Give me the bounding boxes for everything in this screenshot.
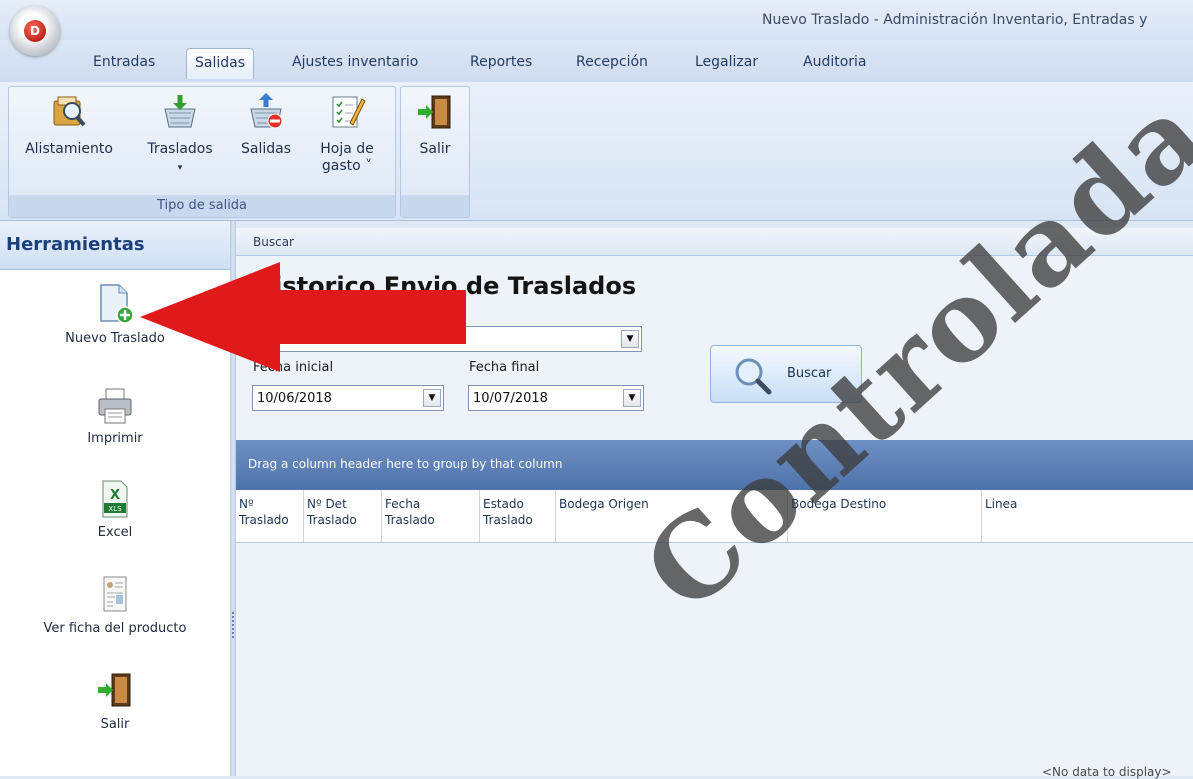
tab-salidas[interactable]: Salidas [186, 48, 255, 79]
ribbon-group-salir: Salir [400, 86, 470, 218]
fecha-inicial-value: 10/06/2018 [257, 391, 332, 406]
tab-auditoria[interactable]: Auditoria [803, 54, 867, 70]
salidas-label: Salidas [240, 141, 291, 157]
ribbon-tab-bar: Entradas Salidas Ajustes inventario Repo… [0, 40, 1193, 82]
column-header-estado-traslado[interactable]: Estado Traslado [480, 490, 556, 542]
title-bar: Nuevo Traslado - Administración Inventar… [0, 0, 1193, 40]
column-header-n-traslado[interactable]: Nº Traslado [236, 490, 304, 542]
application-menu-button[interactable]: D [10, 6, 60, 56]
chevron-down-icon[interactable]: ▼ [423, 389, 441, 407]
window-title: Nuevo Traslado - Administración Inventar… [762, 12, 1148, 28]
tab-entradas[interactable]: Entradas [93, 54, 155, 70]
imprimir-label: Imprimir [87, 431, 143, 446]
grid-group-panel[interactable]: Drag a column header here to group by th… [236, 440, 1193, 490]
excel-label: Excel [97, 525, 133, 540]
excel-icon: X XLS [102, 480, 128, 518]
alistamiento-icon [53, 96, 86, 127]
basket-remove-icon [250, 93, 283, 129]
search-panel-header[interactable]: Buscar [236, 228, 1193, 256]
ribbon-panel: Alistamiento Traslados ▾ Salidas Hoja de… [0, 82, 1193, 221]
hoja-de-gasto-label-1: Hoja de [320, 141, 374, 157]
chevron-down-icon[interactable]: ▼ [623, 389, 641, 407]
ver-ficha-producto-button[interactable]: Ver ficha del producto [0, 575, 230, 636]
ribbon-group-caption-empty [401, 195, 469, 217]
alistamiento-button[interactable]: Alistamiento [15, 89, 123, 158]
fecha-final-label: Fecha final [469, 360, 540, 375]
buscar-label: Buscar [787, 366, 832, 381]
salidas-button[interactable]: Salidas [231, 89, 301, 158]
excel-badge: XLS [108, 505, 122, 513]
product-sheet-icon [103, 576, 127, 612]
ribbon-group-caption: Tipo de salida [9, 195, 395, 217]
ribbon-group-tipo-de-salida: Alistamiento Traslados ▾ Salidas Hoja de… [8, 86, 396, 218]
column-header-bodega-destino[interactable]: Bodega Destino [788, 490, 982, 542]
new-document-icon [100, 284, 134, 324]
exit-door-icon [418, 95, 451, 129]
grid-header-row: Nº Traslado Nº Det Traslado Fecha Traslado … [236, 490, 1193, 543]
traslados-button[interactable]: Traslados ▾ [135, 89, 225, 177]
printer-icon [98, 388, 132, 424]
ribbon-salir-button[interactable]: Salir [405, 89, 465, 158]
fecha-final-value: 10/07/2018 [473, 391, 548, 406]
svg-text:X: X [110, 488, 120, 503]
column-header-bodega-origen[interactable]: Bodega Origen [556, 490, 788, 542]
no-data-message: <No data to display> [1042, 765, 1172, 779]
checklist-pencil-icon [332, 96, 366, 128]
app-logo-icon: D [24, 20, 46, 42]
chevron-down-icon: ▾ [177, 163, 183, 173]
group-panel-hint: Drag a column header here to group by th… [248, 457, 563, 471]
grid-body[interactable] [236, 543, 1193, 776]
tab-ajustes-inventario[interactable]: Ajustes inventario [292, 54, 418, 70]
hoja-de-gasto-button[interactable]: Hoja de gasto ˅ [307, 89, 387, 175]
salir-label: Salir [100, 717, 130, 732]
ver-ficha-producto-label: Ver ficha del producto [43, 621, 187, 636]
basket-download-icon [164, 95, 196, 128]
hoja-de-gasto-label-2: gasto ˅ [321, 158, 373, 174]
column-header-fecha-traslado[interactable]: Fecha Traslado [382, 490, 480, 542]
column-header-linea[interactable]: Linea [982, 490, 1193, 542]
fecha-final-picker[interactable]: 10/07/2018 ▼ [468, 385, 644, 411]
fecha-inicial-picker[interactable]: 10/06/2018 ▼ [252, 385, 444, 411]
imprimir-button[interactable]: Imprimir [0, 387, 230, 446]
chevron-down-icon[interactable]: ▼ [621, 330, 639, 348]
traslados-label: Traslados [147, 141, 213, 157]
column-header-n-det-traslado[interactable]: Nº Det Traslado [304, 490, 382, 542]
tab-recepcion[interactable]: Recepción [576, 54, 648, 70]
salir-button[interactable]: Salir [0, 671, 230, 732]
ribbon-salir-label: Salir [419, 141, 451, 157]
magnifier-icon [735, 358, 772, 395]
buscar-button[interactable]: Buscar [710, 345, 862, 403]
alistamiento-label: Alistamiento [25, 141, 113, 157]
tab-reportes[interactable]: Reportes [470, 54, 532, 70]
tab-legalizar[interactable]: Legalizar [695, 54, 758, 70]
excel-button[interactable]: X XLS Excel [0, 479, 230, 540]
red-arrow-annotation [140, 262, 466, 372]
exit-door-icon [98, 673, 131, 707]
